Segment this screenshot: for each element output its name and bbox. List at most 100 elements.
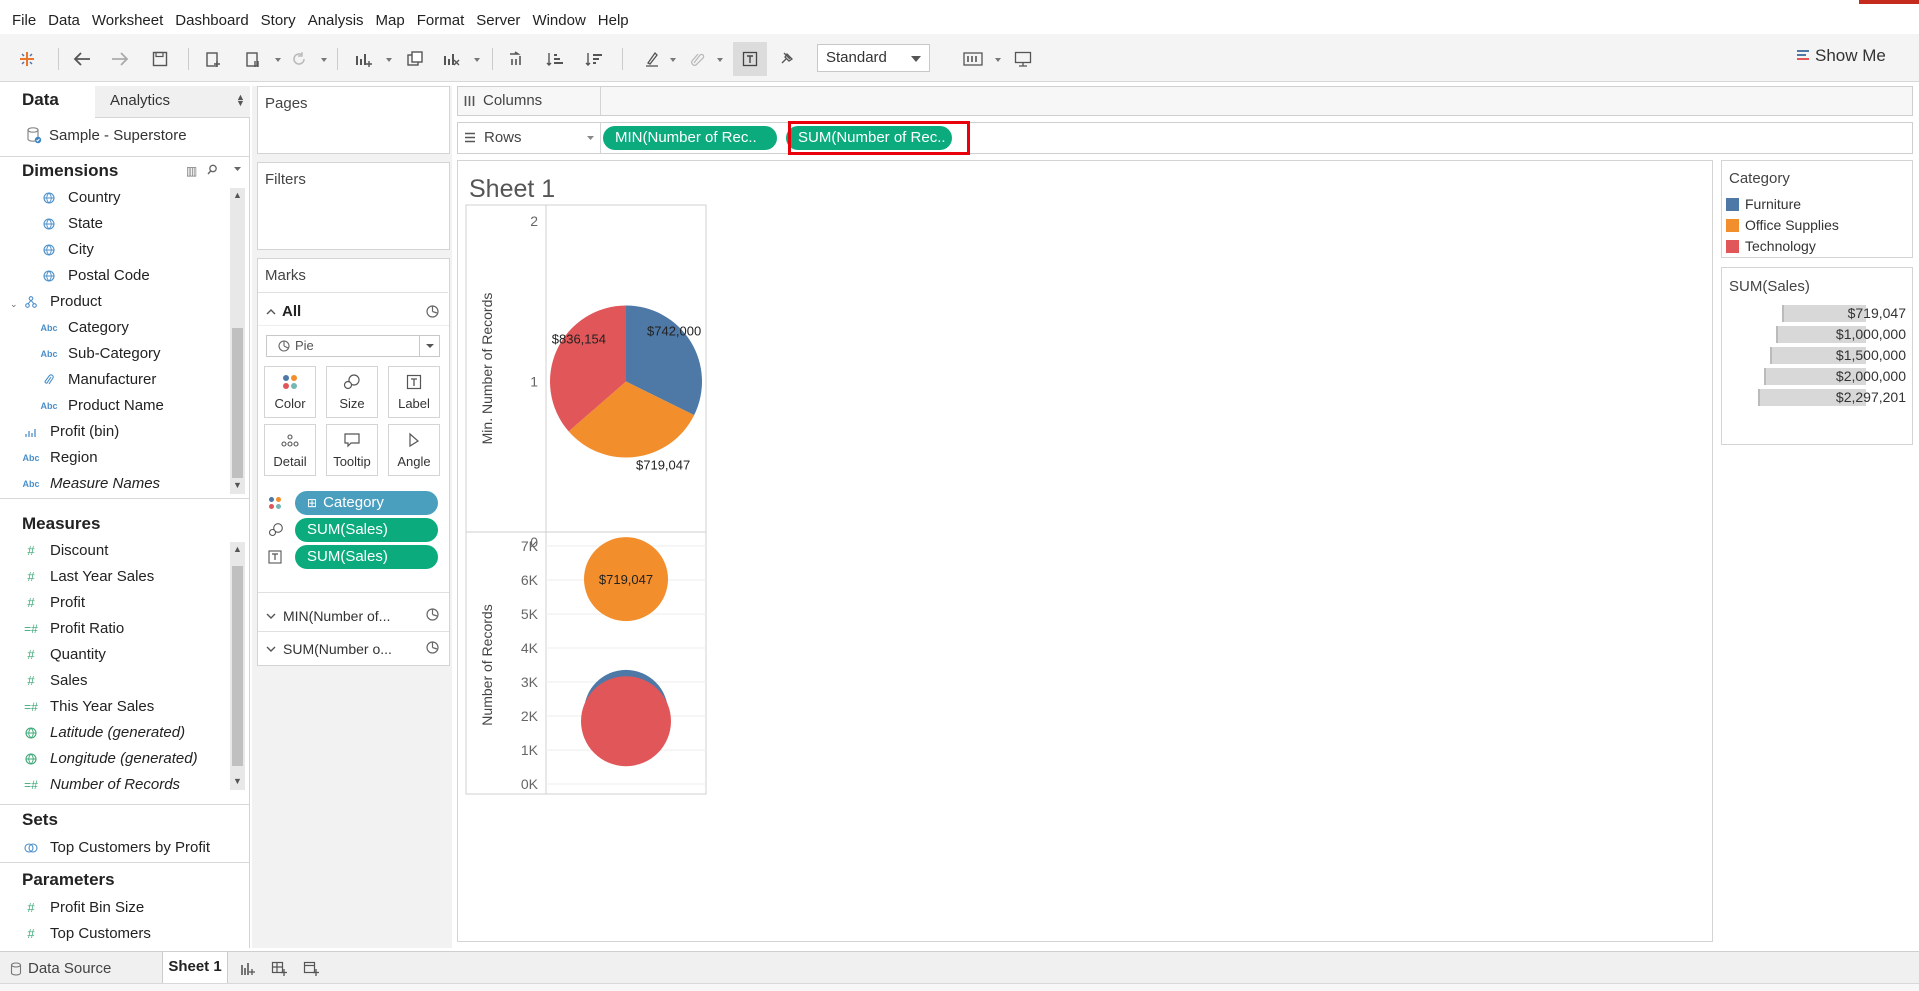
- field-quantity[interactable]: # Quantity: [22, 646, 106, 663]
- group-members-icon[interactable]: [685, 48, 709, 70]
- save-icon[interactable]: [148, 48, 172, 70]
- menu-server[interactable]: Server: [470, 9, 526, 33]
- field-product-name[interactable]: Abc Product Name: [40, 397, 163, 414]
- field-measure-names[interactable]: Abc Measure Names: [22, 475, 160, 492]
- rows-shelf[interactable]: Rows MIN(Number of Rec.. SUM(Number of R…: [457, 121, 1913, 155]
- chevron-down-icon[interactable]: [586, 135, 595, 141]
- angle-button[interactable]: Angle: [388, 424, 440, 476]
- field-longitude-generated[interactable]: Longitude (generated): [22, 750, 198, 767]
- detail-button[interactable]: Detail: [264, 424, 316, 476]
- columns-shelf[interactable]: Columns: [457, 86, 1913, 116]
- size-legend-item[interactable]: $1,000,000: [1776, 325, 1906, 343]
- field-last-year-sales[interactable]: # Last Year Sales: [22, 568, 154, 585]
- marks-all-row[interactable]: All: [266, 303, 301, 320]
- menu-file[interactable]: File: [6, 9, 42, 33]
- tableau-logo-icon[interactable]: [15, 48, 39, 70]
- field-number-of-records[interactable]: =# Number of Records: [22, 776, 180, 793]
- menu-worksheet[interactable]: Worksheet: [86, 9, 169, 33]
- tab-data[interactable]: Data: [0, 86, 95, 118]
- show-mark-labels-icon[interactable]: [733, 42, 767, 76]
- category-color-pill[interactable]: ⊞ Category: [295, 491, 438, 515]
- close-button[interactable]: [1859, 0, 1919, 4]
- field-this-year-sales[interactable]: =# This Year Sales: [22, 698, 154, 715]
- datasource-item[interactable]: Sample - Superstore: [26, 126, 187, 144]
- label-button[interactable]: Label: [388, 366, 440, 418]
- menu-analysis[interactable]: Analysis: [302, 9, 370, 33]
- sales-size-pill[interactable]: SUM(Sales): [295, 518, 438, 542]
- tab-menu-icon[interactable]: ▲ ▼: [236, 93, 245, 108]
- pause-updates-icon[interactable]: [241, 48, 265, 70]
- redo-icon[interactable]: [108, 48, 132, 70]
- field-profit-ratio[interactable]: =# Profit Ratio: [22, 620, 124, 637]
- measures-scrollbar[interactable]: ▲ ▼: [230, 542, 245, 790]
- chevron-up-icon[interactable]: ▲: [230, 188, 245, 202]
- sort-ascending-icon[interactable]: [543, 48, 567, 70]
- duplicate-icon[interactable]: [403, 48, 427, 70]
- search-icon[interactable]: [207, 164, 218, 175]
- field-manufacturer[interactable]: Manufacturer: [40, 371, 156, 388]
- field-profit-bin[interactable]: Profit (bin): [22, 423, 119, 440]
- color-button[interactable]: Color: [264, 366, 316, 418]
- field-discount[interactable]: # Discount: [22, 542, 108, 559]
- size-legend-item[interactable]: $2,297,201: [1758, 388, 1906, 406]
- legend-item-furniture[interactable]: Furniture: [1726, 196, 1801, 212]
- marks-sum-records-row[interactable]: SUM(Number o...: [266, 641, 392, 657]
- menu-window[interactable]: Window: [526, 9, 591, 33]
- refresh-icon[interactable]: [287, 48, 311, 70]
- scrollbar-thumb[interactable]: [232, 566, 243, 766]
- new-datasource-icon[interactable]: [201, 48, 225, 70]
- menu-story[interactable]: Story: [255, 9, 302, 33]
- undo-icon[interactable]: [70, 48, 94, 70]
- menu-map[interactable]: Map: [370, 9, 411, 33]
- data-source-tab[interactable]: Data Source: [10, 960, 111, 977]
- fit-select[interactable]: Standard: [817, 44, 930, 72]
- chevron-up-icon[interactable]: ▲: [230, 542, 245, 556]
- chevron-down-icon[interactable]: ▼: [230, 774, 245, 788]
- field-category[interactable]: Abc Category: [40, 319, 128, 336]
- tab-analytics[interactable]: Analytics: [110, 92, 170, 109]
- field-profit-bin-size[interactable]: # Profit Bin Size: [22, 899, 144, 916]
- legend-item-technology[interactable]: Technology: [1726, 238, 1816, 254]
- chevron-down-icon[interactable]: ⌄: [10, 299, 18, 310]
- field-product[interactable]: Product: [22, 293, 102, 310]
- field-city[interactable]: City: [40, 241, 94, 258]
- new-dashboard-icon[interactable]: [271, 961, 287, 977]
- scrollbar-thumb[interactable]: [232, 328, 243, 478]
- new-worksheet-icon[interactable]: [240, 961, 256, 977]
- field-latitude-generated[interactable]: Latitude (generated): [22, 724, 185, 741]
- sheet-tab[interactable]: Sheet 1: [162, 952, 228, 984]
- dimensions-menu-icon[interactable]: [233, 166, 242, 172]
- tooltip-button[interactable]: Tooltip: [326, 424, 378, 476]
- new-worksheet-icon[interactable]: [352, 48, 376, 70]
- pages-card[interactable]: Pages: [257, 86, 450, 154]
- size-legend-item[interactable]: $1,500,000: [1770, 346, 1906, 364]
- show-me-button[interactable]: Show Me: [1797, 46, 1886, 66]
- legend-item-office-supplies[interactable]: Office Supplies: [1726, 217, 1839, 233]
- field-sub-category[interactable]: Abc Sub-Category: [40, 345, 160, 362]
- sort-descending-icon[interactable]: [582, 48, 606, 70]
- menu-data[interactable]: Data: [42, 9, 86, 33]
- menu-format[interactable]: Format: [411, 9, 471, 33]
- marks-min-records-row[interactable]: MIN(Number of...: [266, 608, 390, 624]
- size-legend-item[interactable]: $2,000,000: [1764, 367, 1906, 385]
- highlight-icon[interactable]: [640, 48, 664, 70]
- clear-sheet-icon[interactable]: [440, 48, 464, 70]
- swap-icon[interactable]: [505, 48, 529, 70]
- menu-dashboard[interactable]: Dashboard: [169, 9, 254, 33]
- sales-label-pill[interactable]: SUM(Sales): [295, 545, 438, 569]
- field-postal-code[interactable]: Postal Code: [40, 267, 150, 284]
- field-sales[interactable]: # Sales: [22, 672, 87, 689]
- field-region[interactable]: Abc Region: [22, 449, 97, 466]
- dimensions-scrollbar[interactable]: ▲ ▼: [230, 188, 245, 494]
- view-as-list-icon[interactable]: ▥: [186, 164, 197, 178]
- show-hide-cards-icon[interactable]: [961, 48, 985, 70]
- rows-pill-min-records[interactable]: MIN(Number of Rec..: [603, 126, 777, 150]
- field-state[interactable]: State: [40, 215, 103, 232]
- new-story-icon[interactable]: [303, 961, 319, 977]
- filters-card[interactable]: Filters: [257, 162, 450, 250]
- field-top-customers-by-profit[interactable]: Top Customers by Profit: [22, 839, 210, 856]
- menu-help[interactable]: Help: [592, 9, 635, 33]
- mark-type-select[interactable]: Pie: [266, 335, 440, 357]
- field-country[interactable]: Country: [40, 189, 121, 206]
- field-top-customers[interactable]: # Top Customers: [22, 925, 151, 942]
